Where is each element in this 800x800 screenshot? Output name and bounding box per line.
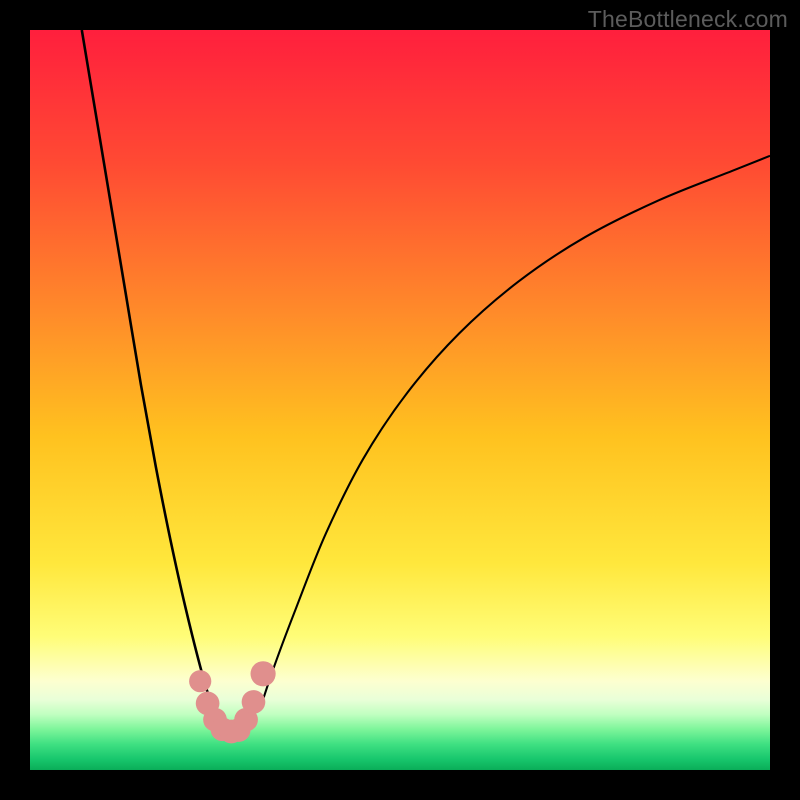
trough-markers [189,661,276,743]
trough-marker [251,661,276,686]
curve-right-arm [259,156,770,711]
plot-area [30,30,770,770]
trough-marker [189,670,211,692]
curve-left-arm [82,30,223,726]
watermark-text: TheBottleneck.com [588,6,788,33]
chart-frame: TheBottleneck.com [0,0,800,800]
curve-layer [30,30,770,770]
trough-marker [242,690,266,714]
